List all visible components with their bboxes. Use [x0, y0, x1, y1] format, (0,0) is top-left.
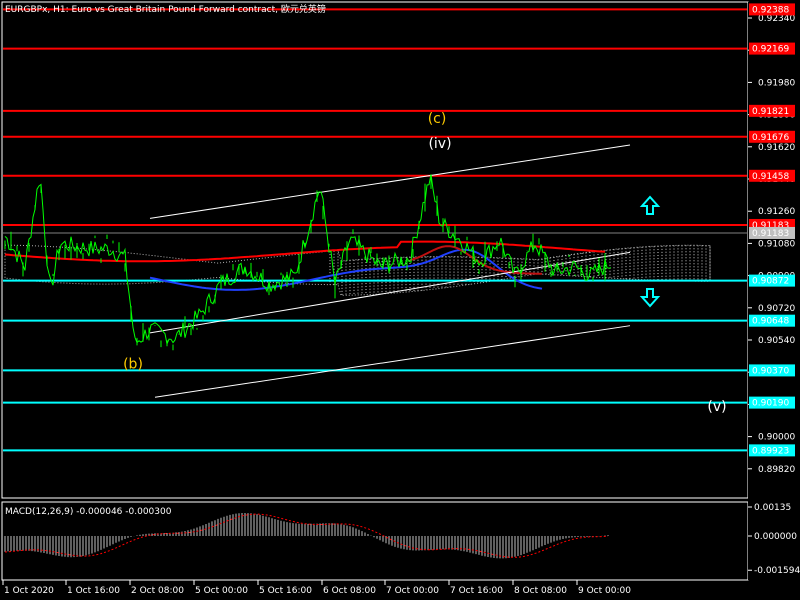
- time-axis: 1 Oct 2020 1 Oct 16:00 2 Oct 08:00 5 Oct 00…: [2, 580, 631, 596]
- wave-label: (iv): [428, 136, 451, 152]
- time-tick-label: 1 Oct 16:00: [67, 586, 120, 596]
- time-tick-label: 6 Oct 08:00: [323, 586, 376, 596]
- price-tick-label: 0.91620: [758, 143, 795, 153]
- wave-label: (c): [428, 111, 447, 127]
- resistance-label: 0.91676: [752, 133, 789, 143]
- support-label: 0.90190: [752, 399, 789, 409]
- time-tick-label: 8 Oct 08:00: [514, 586, 567, 596]
- macd-indicator-label: MACD(12,26,9) -0.000046 -0.000300: [5, 507, 172, 517]
- price-tick-label: 0.90720: [758, 304, 795, 314]
- wave-label: (b): [123, 356, 143, 372]
- time-tick-label: 1 Oct 2020: [4, 586, 54, 596]
- price-tick-label: 0.90000: [758, 433, 795, 443]
- support-label: 0.90370: [752, 366, 789, 376]
- chart-title: EURGBPx, H1: Euro vs Great Britain Pound…: [5, 3, 326, 15]
- time-tick-label: 7 Oct 16:00: [450, 586, 503, 596]
- macd-tick-label: -0.001594: [754, 566, 800, 576]
- time-tick-label: 5 Oct 00:00: [195, 586, 248, 596]
- chart-window[interactable]: 0.923400.921600.919800.918000.916200.914…: [0, 0, 800, 600]
- resistance-label: 0.92169: [752, 45, 789, 55]
- support-label: 0.90648: [752, 317, 789, 327]
- wave-label: (v): [707, 399, 726, 415]
- resistance-label: 0.91821: [752, 107, 789, 117]
- price-tick-label: 0.91080: [758, 239, 795, 249]
- resistance-label: 0.91458: [752, 172, 789, 182]
- macd-tick-label: 0.000000: [754, 532, 797, 542]
- time-tick-label: 9 Oct 00:00: [578, 586, 631, 596]
- time-tick-label: 2 Oct 08:00: [131, 586, 184, 596]
- price-tick-label: 0.91260: [758, 207, 795, 217]
- price-chart-frame: [1, 1, 749, 499]
- price-tick-label: 0.90540: [758, 336, 795, 346]
- support-label: 0.89923: [752, 446, 789, 456]
- current-price-label: 0.91183: [752, 229, 789, 239]
- price-tick-label: 0.91980: [758, 78, 795, 88]
- macd-tick-label: 0.00135: [754, 503, 791, 513]
- price-axis: [748, 2, 800, 580]
- price-tick-label: 0.92340: [758, 14, 795, 24]
- price-tick-label: 0.89820: [758, 465, 795, 475]
- time-tick-label: 7 Oct 00:00: [386, 586, 439, 596]
- support-label: 0.90872: [752, 277, 789, 287]
- resistance-label: 0.92388: [752, 5, 789, 15]
- time-tick-label: 5 Oct 16:00: [259, 586, 312, 596]
